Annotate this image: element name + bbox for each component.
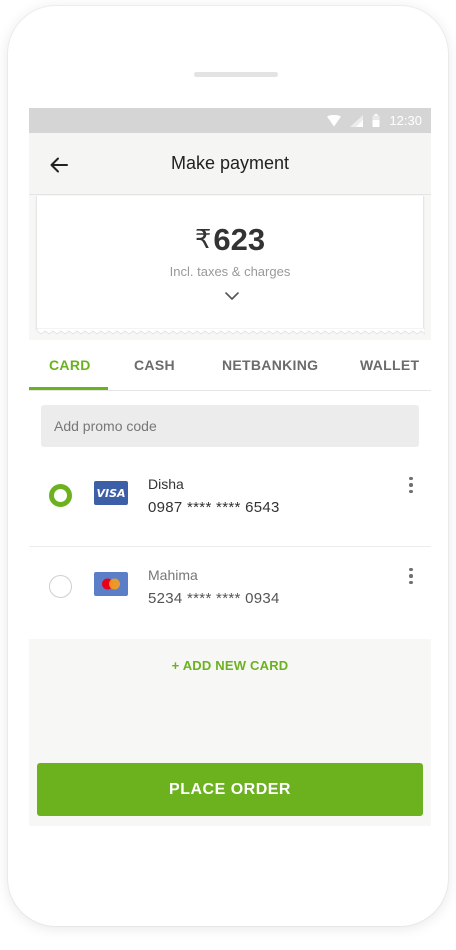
card-holder-name: Disha xyxy=(148,476,184,492)
speaker-slot xyxy=(194,72,278,77)
status-bar: 12:30 xyxy=(29,108,431,133)
receipt-zigzag-edge xyxy=(37,328,425,335)
chevron-down-icon[interactable] xyxy=(224,291,240,301)
card-number: 0987 **** **** 6543 xyxy=(148,499,280,516)
tab-cash[interactable]: CASH xyxy=(134,340,175,391)
place-order-button[interactable]: PLACE ORDER xyxy=(37,763,423,816)
card-brand-label: VISA xyxy=(96,486,126,500)
card-select-radio[interactable] xyxy=(49,484,72,507)
amount-subtitle: Incl. taxes & charges xyxy=(169,264,291,279)
more-vertical-icon[interactable] xyxy=(403,565,419,587)
card-number: 5234 **** **** 0934 xyxy=(148,590,280,607)
app-bar: Make payment xyxy=(29,133,431,195)
payment-method-tabs: CARD CASH NETBANKING WALLET xyxy=(29,340,431,391)
page-title: Make payment xyxy=(170,153,290,173)
more-vertical-icon[interactable] xyxy=(403,474,419,496)
card-holder-name: Mahima xyxy=(148,567,198,583)
visa-logo-icon: VISA xyxy=(94,481,128,505)
currency-symbol: ₹ xyxy=(194,224,212,254)
add-new-card-link[interactable]: + ADD NEW CARD xyxy=(29,658,431,673)
card-select-radio[interactable] xyxy=(49,575,72,598)
mastercard-circles xyxy=(102,578,120,590)
amount-value: 623 xyxy=(213,222,266,257)
tab-wallet[interactable]: WALLET xyxy=(360,340,419,391)
status-time: 12:30 xyxy=(389,113,422,128)
total-amount: ₹623 xyxy=(37,222,423,258)
card-list-panel: VISA Disha 0987 **** **** 6543 Mahima 52… xyxy=(29,391,431,639)
active-tab-indicator xyxy=(29,387,108,390)
amount-summary-card: ₹623 Incl. taxes & charges xyxy=(36,196,425,335)
promo-code-input[interactable] xyxy=(41,405,419,447)
tab-netbanking[interactable]: NETBANKING xyxy=(222,340,318,391)
saved-card-row[interactable]: Mahima 5234 **** **** 0934 xyxy=(29,548,431,638)
signal-icon xyxy=(350,114,364,127)
battery-icon xyxy=(372,114,380,127)
tab-card[interactable]: CARD xyxy=(49,340,91,391)
mastercard-logo-icon xyxy=(94,572,128,596)
wifi-icon xyxy=(327,114,342,126)
saved-card-row[interactable]: VISA Disha 0987 **** **** 6543 xyxy=(29,457,431,547)
app-screen: 12:30 Make payment ₹623 Incl. taxes & ch… xyxy=(29,108,431,826)
